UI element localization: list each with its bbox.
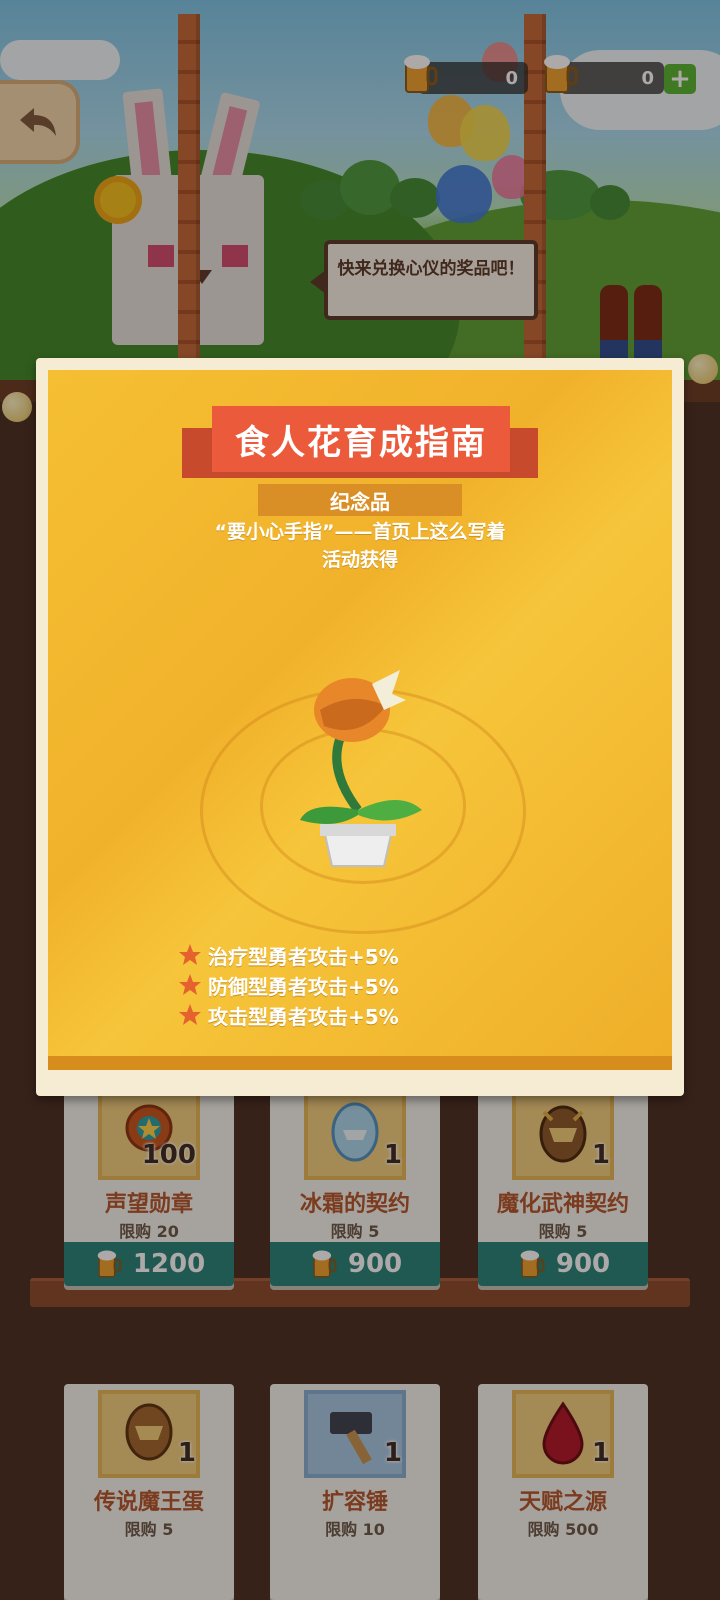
stat-row: 攻击型勇者攻击+5% [178,1000,399,1030]
item-quote: “要小心手指”——首页上这么写着 [214,521,506,543]
item-detail-modal: 食人花育成指南 纪念品 “要小心手指”——首页上这么写着 活动获得 治疗型勇者攻… [36,358,684,1096]
modal-content: 食人花育成指南 纪念品 “要小心手指”——首页上这么写着 活动获得 治疗型勇者攻… [48,370,672,1070]
item-category-tag: 纪念品 [258,484,462,516]
man-eater-flower-icon [300,670,422,867]
stat-text: 治疗型勇者攻击+5% [208,944,399,969]
star-icon [179,974,201,995]
stat-text: 防御型勇者攻击+5% [208,974,399,999]
item-source: 活动获得 [321,549,398,571]
stat-row: 防御型勇者攻击+5% [178,970,399,1000]
star-icon [179,944,201,965]
star-icon [179,1004,201,1025]
stat-row: 治疗型勇者攻击+5% [178,940,399,970]
item-stats-list: 治疗型勇者攻击+5% 防御型勇者攻击+5% 攻击型勇者攻击+5% [178,940,399,1030]
item-description: “要小心手指”——首页上这么写着 活动获得 [48,518,672,574]
modal-title: 食人花育成指南 [212,406,510,472]
stat-text: 攻击型勇者攻击+5% [208,1004,399,1029]
